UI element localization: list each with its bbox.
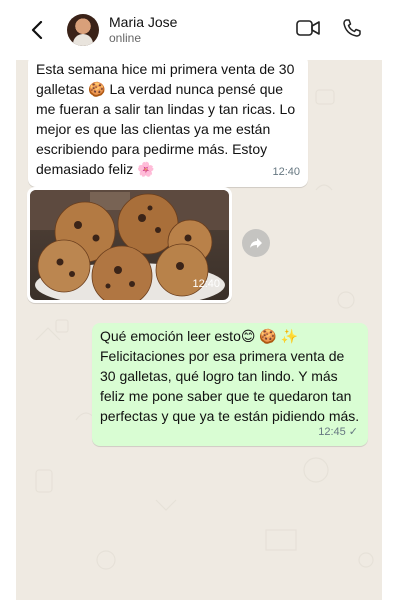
contact-name: Maria Jose bbox=[109, 14, 178, 30]
cookies-photo[interactable]: 12:40 bbox=[30, 190, 229, 300]
back-arrow-icon bbox=[31, 21, 43, 39]
forward-button[interactable] bbox=[242, 229, 270, 257]
forward-arrow-icon bbox=[250, 238, 262, 248]
message-text: Qué emoción leer esto😊 🍪 ✨ Felicitacione… bbox=[100, 328, 360, 424]
incoming-image-message[interactable]: 12:40 bbox=[27, 187, 232, 303]
contact-avatar[interactable] bbox=[67, 14, 99, 46]
video-camera-icon bbox=[296, 19, 320, 36]
message-text: Esta semana hice mi primera venta de 30 … bbox=[36, 61, 296, 177]
message-meta: 12:45 ✓ bbox=[318, 422, 358, 442]
phone-icon bbox=[343, 18, 361, 37]
single-check-icon: ✓ bbox=[348, 426, 358, 438]
contact-info[interactable]: Maria Jose online bbox=[109, 14, 177, 46]
message-time: 12:45 bbox=[318, 426, 346, 438]
voice-call-button[interactable] bbox=[342, 18, 362, 43]
image-time: 12:40 bbox=[192, 278, 220, 290]
contact-status: online bbox=[109, 31, 142, 45]
chat-screen: Maria Jose online Esta semana hice mi pr… bbox=[16, 0, 382, 600]
chat-header: Maria Jose online bbox=[16, 0, 382, 60]
outgoing-message[interactable]: Qué emoción leer esto😊 🍪 ✨ Felicitacione… bbox=[92, 323, 368, 446]
video-call-button[interactable] bbox=[296, 19, 320, 42]
incoming-message[interactable]: Esta semana hice mi primera venta de 30 … bbox=[28, 55, 308, 187]
message-time: 12:40 bbox=[272, 166, 300, 178]
back-button[interactable] bbox=[20, 0, 54, 60]
header-actions bbox=[296, 18, 362, 43]
